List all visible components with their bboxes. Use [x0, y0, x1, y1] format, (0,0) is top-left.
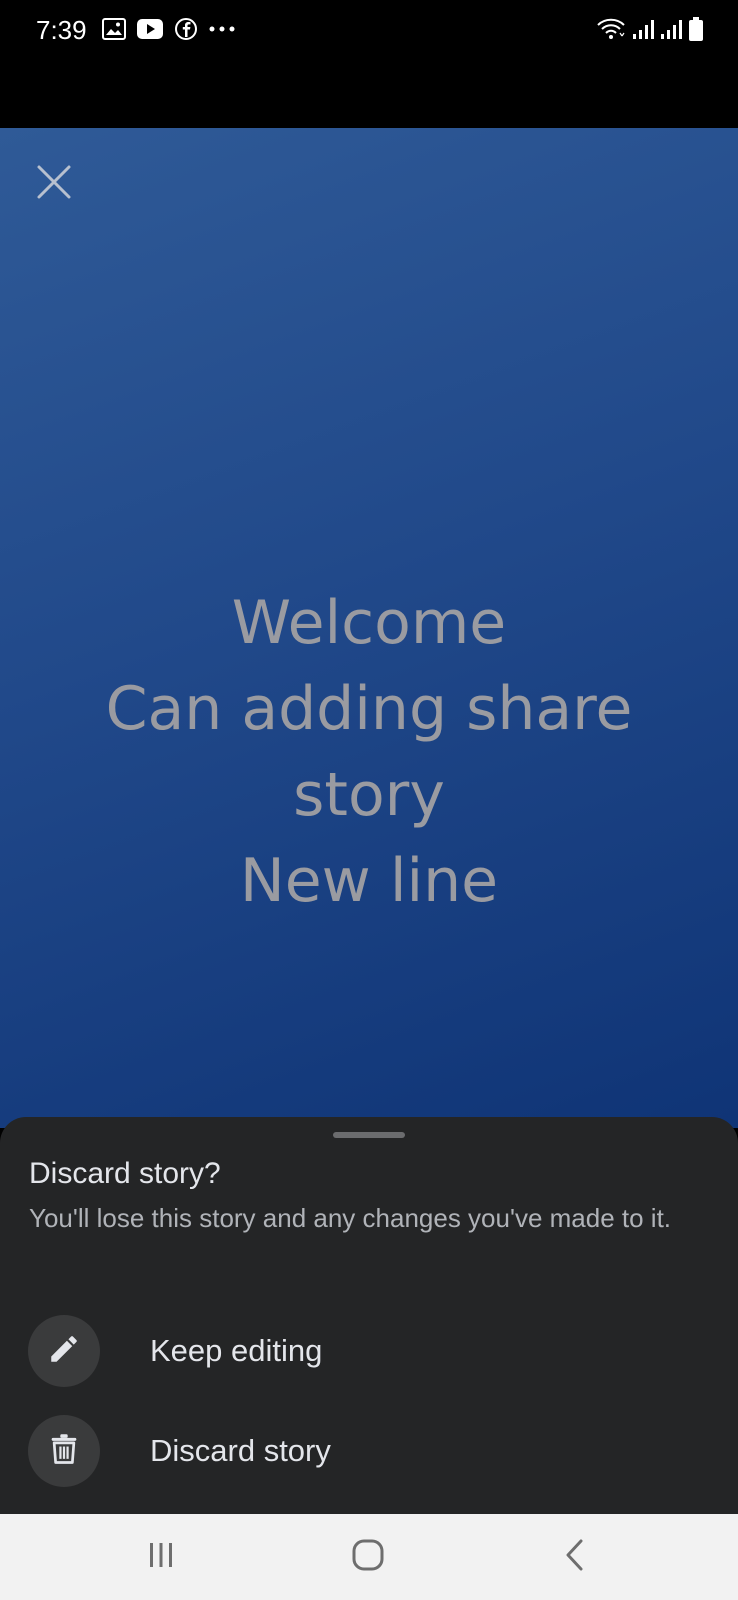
- status-time: 7:39: [36, 15, 87, 45]
- story-text-line: story: [293, 760, 445, 830]
- more-dots-icon: [208, 25, 236, 33]
- gallery-icon: [102, 18, 126, 40]
- keep-editing-label: Keep editing: [150, 1333, 323, 1368]
- story-canvas[interactable]: Welcome Can adding share story New line: [0, 128, 738, 1128]
- story-text-line: Welcome: [231, 588, 507, 658]
- discard-story-icon-circle: [28, 1415, 100, 1487]
- recent-apps-button[interactable]: [131, 1530, 191, 1584]
- home-button[interactable]: [338, 1530, 398, 1584]
- signal-icon: [632, 17, 654, 41]
- notification-icons: [102, 17, 236, 41]
- recent-apps-icon: [146, 1540, 176, 1575]
- youtube-icon: [136, 18, 164, 40]
- story-text-line: New line: [239, 846, 499, 916]
- sheet-title: Discard story?: [29, 1157, 221, 1190]
- discard-story-button[interactable]: Discard story: [28, 1413, 710, 1489]
- signal-icon: [660, 17, 682, 41]
- keep-editing-button[interactable]: Keep editing: [28, 1313, 710, 1389]
- sheet-description: You'll lose this story and any changes y…: [29, 1203, 672, 1233]
- story-text[interactable]: Welcome Can adding share story New line: [0, 580, 738, 924]
- sheet-drag-handle[interactable]: [333, 1132, 405, 1138]
- facebook-icon: [174, 17, 198, 41]
- pencil-icon: [47, 1332, 81, 1371]
- battery-icon: [688, 16, 704, 42]
- home-icon: [351, 1538, 385, 1577]
- navigation-bar: [0, 1514, 738, 1600]
- wifi-icon: [596, 17, 626, 41]
- close-icon: [36, 164, 72, 205]
- story-text-line: Can adding share: [105, 674, 633, 744]
- keep-editing-icon-circle: [28, 1315, 100, 1387]
- discard-story-sheet: Discard story? You'll lose this story an…: [0, 1117, 738, 1514]
- trash-icon: [49, 1433, 79, 1470]
- discard-story-label: Discard story: [150, 1433, 331, 1468]
- close-button[interactable]: [32, 162, 76, 206]
- back-button[interactable]: [545, 1530, 605, 1584]
- system-icons: [596, 16, 704, 42]
- status-bar: 7:39: [0, 0, 738, 128]
- back-icon: [560, 1538, 590, 1577]
